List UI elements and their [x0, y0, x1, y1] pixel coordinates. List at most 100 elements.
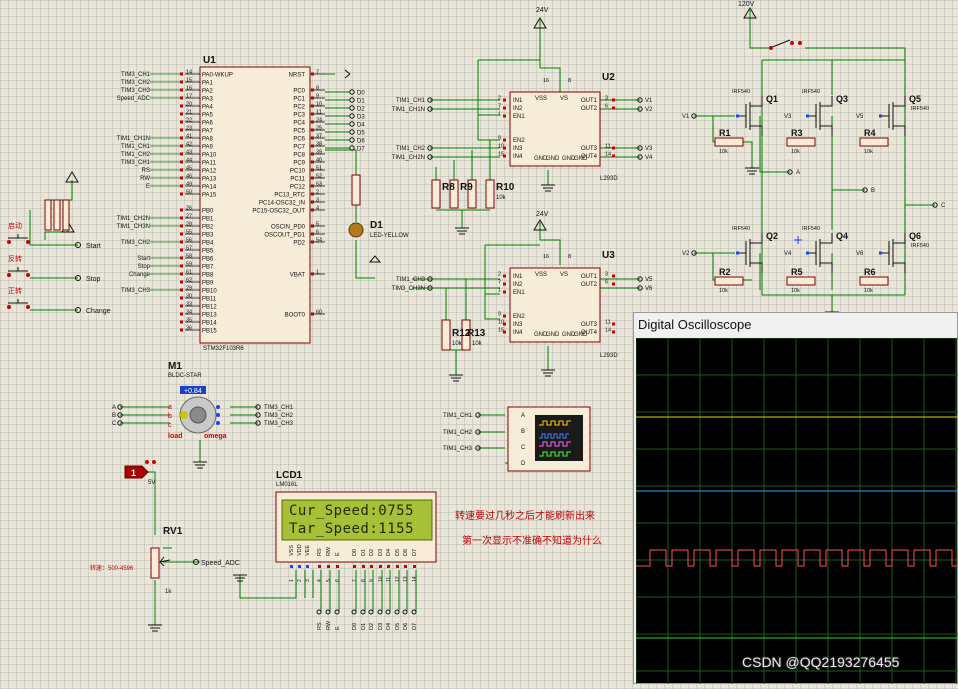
- driver-pin-state: [612, 146, 615, 150]
- mcu-pin-label: PC11: [290, 177, 305, 183]
- oscilloscope-screen[interactable]: [635, 337, 958, 684]
- mcu-pin-state: [311, 232, 314, 236]
- motor-hall-net: TIM3_CH2: [264, 413, 294, 419]
- lcd-pin-number: 1: [289, 579, 295, 582]
- mosfet-gate-state: [879, 251, 882, 255]
- lcd-net: E: [335, 626, 341, 630]
- motor-speed-readout: +0.84: [184, 388, 202, 395]
- mcu-pin-state: [311, 168, 314, 172]
- pot-body: [150, 547, 160, 579]
- mosfet-q1[interactable]: Q1 IRF540: [732, 89, 778, 136]
- mosfet-q4[interactable]: Q4 IRF540: [802, 226, 848, 273]
- resistor-r3[interactable]: R3 10k: [786, 128, 816, 155]
- scope-input-net: TIM1_CH2: [443, 430, 473, 436]
- resistor-r1[interactable]: R1 10k: [714, 128, 744, 155]
- lcd-ref: LCD1: [276, 470, 303, 481]
- mcu-pin-label: PC12: [290, 185, 306, 191]
- lcd-net: D6: [403, 623, 409, 630]
- lcd-pin-state: [404, 565, 407, 568]
- net-terminal: [349, 121, 355, 127]
- resistor-value: 10k: [791, 149, 800, 155]
- driver-pin-label: IN4: [513, 154, 523, 160]
- driver-output-net: V4: [645, 155, 653, 161]
- mcu-left-net: TIM1_CH1N: [117, 136, 150, 142]
- driver-u2-ref: U2: [602, 72, 615, 83]
- mcu-right-net: D7: [357, 147, 365, 153]
- led-part: LED-YELLOW: [370, 233, 409, 239]
- resistor-r6[interactable]: R6 10k: [859, 267, 889, 294]
- lcd-pin-state: [306, 565, 309, 568]
- supply-switch[interactable]: [769, 39, 802, 50]
- motor-load-label: load: [168, 433, 182, 440]
- mcu-pin-number: 49: [186, 182, 192, 188]
- bldc-motor[interactable]: M1 BLDC-STAR +0.84 a b c load omega ABC T…: [112, 361, 294, 440]
- button-forward[interactable]: 正转: [7, 286, 30, 309]
- button-start[interactable]: 启动: [7, 221, 30, 244]
- mosfet-gate-state: [736, 114, 739, 118]
- resistor-r2[interactable]: R2 10k: [714, 267, 744, 294]
- resistor-value: 10k: [719, 288, 728, 294]
- mcu-left-net: Start: [137, 256, 150, 262]
- mcu-part: STM32F103R6: [203, 346, 244, 352]
- mcu-pin-label: PB10: [202, 289, 217, 295]
- mcu-pin-label: PA2: [202, 89, 214, 95]
- mosfet-q2[interactable]: Q2 IRF540: [732, 226, 778, 273]
- pullup-resistor: [53, 199, 61, 231]
- driver-pin-number: 6: [605, 280, 608, 286]
- potentiometer-rv1[interactable]: RV1 1k 转速：500-4596 Speed_ADC: [90, 526, 240, 595]
- resistor-r5[interactable]: R5 10k: [786, 267, 816, 294]
- resistor-r12-value: 10k: [452, 341, 463, 347]
- button-reverse[interactable]: 反转: [7, 254, 30, 277]
- logic-probe[interactable]: 1 5V: [124, 460, 156, 486]
- mosfet-ref: Q1: [766, 94, 778, 104]
- net-change: Change: [86, 308, 111, 315]
- bridge-phase-net: B: [871, 188, 875, 194]
- scope-input-net: TIM1_CH1: [443, 413, 473, 419]
- mcu-pin-label: PC1: [293, 97, 305, 103]
- net-stop: Stop: [86, 276, 101, 283]
- driver-u3-part: L293D: [600, 353, 618, 359]
- resistor-value: 10k: [791, 288, 800, 294]
- mcu-pin-number: 30: [186, 294, 192, 300]
- mcu-pin-state: [311, 120, 314, 124]
- mosfet-q5[interactable]: Q5 IRF540: [879, 94, 929, 136]
- mcu-pin-state: [180, 176, 183, 180]
- net-terminal: [349, 137, 355, 143]
- lcd-pin-state: [353, 565, 356, 568]
- mcu-pin-state: [311, 152, 314, 156]
- pot-note: 转速：500-4596: [90, 564, 134, 572]
- mosfet-q3[interactable]: Q3 IRF540: [802, 89, 848, 136]
- mosfet-gate-state: [879, 114, 882, 118]
- mcu-pin-number: 58: [186, 254, 192, 260]
- driver-pin-state: [503, 98, 506, 102]
- resistor-r4[interactable]: R4 10k: [859, 128, 889, 155]
- mcu-pin-state: [180, 88, 183, 92]
- pullup-resistor: [44, 199, 52, 231]
- driver-pin-label: VS: [560, 96, 568, 102]
- oscilloscope-instrument[interactable]: A B C D TIM1_CH1 TIM1_CH2 TIM1_CH3: [443, 406, 591, 472]
- mosfet-q6[interactable]: Q6 IRF540: [879, 231, 929, 273]
- mosfet-gate-state: [806, 251, 809, 255]
- led-d1[interactable]: D1 LED-YELLOW: [348, 174, 409, 263]
- driver-pin-number: 7: [498, 104, 501, 110]
- button-forward-label: 正转: [8, 286, 22, 295]
- lcd-pin-label: D3: [378, 549, 384, 556]
- driver-pin-number: 2: [498, 272, 501, 278]
- mcu-pin-number: 28: [186, 222, 192, 228]
- driver-pin-state: [612, 274, 615, 278]
- driver-pin-label: VSS: [535, 272, 547, 278]
- mosfet-part: IRF540: [911, 243, 929, 249]
- resistor-ref: R4: [864, 128, 876, 138]
- driver-pin-state: [503, 154, 506, 158]
- driver-pin-label: IN4: [513, 330, 523, 336]
- driver-pin-label: OUT3: [581, 146, 598, 152]
- driver-u2[interactable]: U2 L293D IN12IN27EN11EN29IN310IN415OUT1 3…: [392, 72, 653, 182]
- driver-u3[interactable]: U3 L293D IN12IN27EN11EN29IN310IN415OUT1 3…: [392, 250, 653, 359]
- oscilloscope-window[interactable]: Digital Oscilloscope: [633, 312, 958, 684]
- resistor-ref: R2: [719, 267, 731, 277]
- lcd-net: D2: [369, 623, 375, 630]
- net-terminal: [349, 89, 355, 95]
- lcd-net: D0: [352, 623, 358, 630]
- mcu-pin-label: PB0: [202, 209, 214, 215]
- net-terminal: [402, 609, 408, 615]
